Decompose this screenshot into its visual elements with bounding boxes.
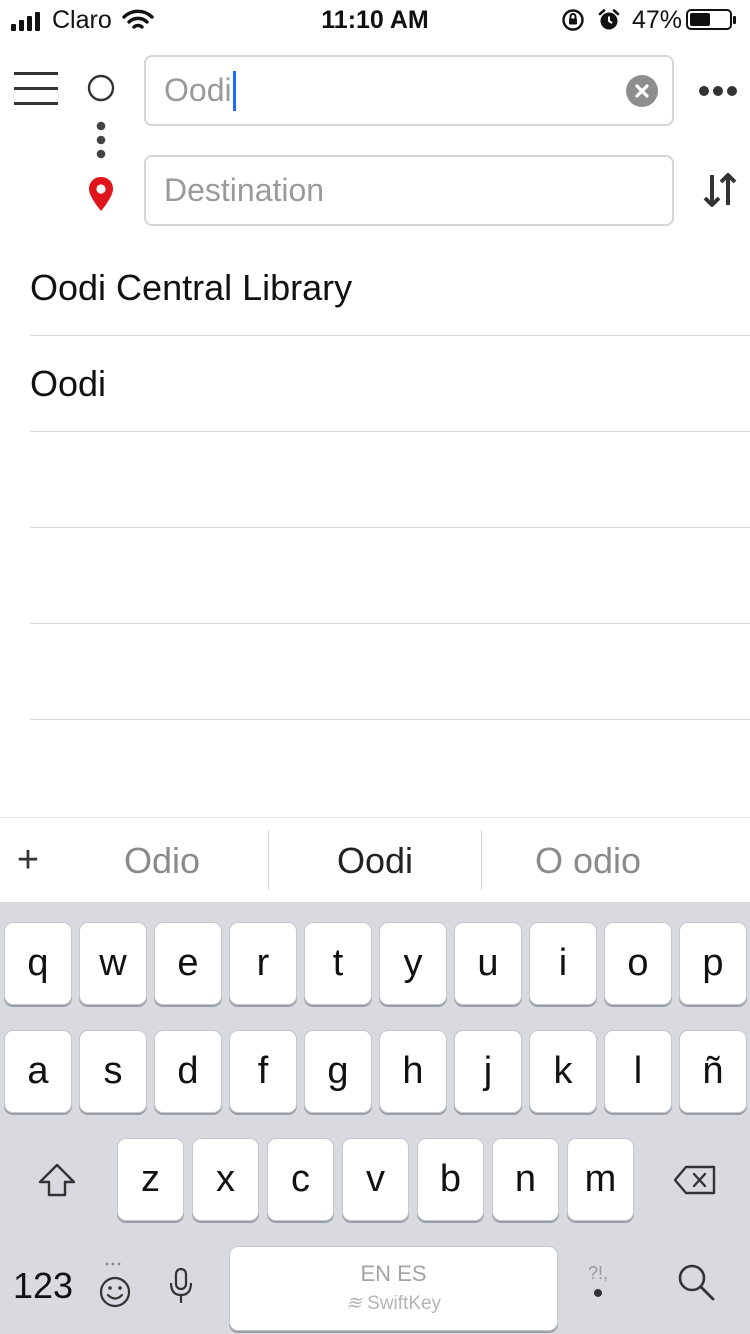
origin-circle-icon — [87, 74, 115, 102]
key-b[interactable]: b — [417, 1138, 484, 1221]
search-icon — [678, 1264, 715, 1301]
key-o[interactable]: o — [604, 922, 672, 1005]
alarm-icon — [598, 9, 620, 30]
key-t[interactable]: t — [304, 922, 372, 1005]
swap-button[interactable] — [702, 171, 738, 209]
suggestion-right[interactable]: O odio — [482, 818, 694, 903]
microphone-key[interactable] — [160, 1264, 202, 1308]
result-item[interactable]: Oodi — [30, 337, 750, 432]
key-e[interactable]: e — [154, 922, 222, 1005]
shift-icon — [38, 1163, 76, 1197]
key-n-tilde[interactable]: ñ — [679, 1030, 747, 1113]
result-label: Oodi — [30, 363, 107, 404]
keyboard-brand-label: SwiftKey — [367, 1292, 442, 1314]
emoji-key[interactable] — [92, 1254, 138, 1316]
key-p[interactable]: p — [679, 922, 747, 1005]
result-item-empty — [30, 625, 750, 720]
key-y[interactable]: y — [379, 922, 447, 1005]
key-r[interactable]: r — [229, 922, 297, 1005]
key-j[interactable]: j — [454, 1030, 522, 1113]
language-label: EN ES — [360, 1260, 427, 1286]
add-word-button[interactable]: + — [0, 818, 56, 903]
rotation-lock-icon — [562, 9, 584, 31]
key-k[interactable]: k — [529, 1030, 597, 1113]
suggestion-center[interactable]: Oodi — [269, 818, 481, 903]
status-bar: Claro 11:10 AM 47% — [0, 0, 750, 40]
space-key[interactable]: EN ES ≋ SwiftKey — [229, 1246, 558, 1331]
origin-input-value: Oodi — [164, 72, 232, 108]
key-d[interactable]: d — [154, 1030, 222, 1113]
battery-icon — [686, 9, 736, 30]
key-c[interactable]: c — [267, 1138, 334, 1221]
emoji-icon — [99, 1262, 131, 1308]
destination-input[interactable]: Destination — [144, 155, 674, 226]
key-x[interactable]: x — [192, 1138, 259, 1221]
swiftkey-logo-icon: ≋ — [345, 1292, 362, 1314]
punctuation-key[interactable]: ?!, • — [574, 1256, 622, 1312]
destination-placeholder: Destination — [164, 172, 325, 208]
suggestion-bar: + Odio Oodi O odio — [0, 817, 750, 903]
result-item[interactable]: Oodi Central Library — [30, 241, 750, 336]
swap-vertical-icon — [703, 173, 737, 207]
key-w[interactable]: w — [79, 922, 147, 1005]
key-q[interactable]: q — [4, 922, 72, 1005]
text-caret — [232, 70, 236, 111]
result-label: Oodi Central Library — [30, 267, 353, 308]
key-s[interactable]: s — [79, 1030, 147, 1113]
period-glyph: • — [592, 1277, 604, 1310]
key-a[interactable]: a — [4, 1030, 72, 1113]
more-options-button[interactable] — [698, 80, 742, 102]
origin-input[interactable]: Oodi — [144, 55, 674, 126]
key-h[interactable]: h — [379, 1030, 447, 1113]
microphone-icon — [169, 1267, 193, 1303]
clear-icon — [635, 84, 649, 98]
battery-percent: 47% — [632, 6, 683, 34]
location-pin-icon — [89, 177, 113, 211]
backspace-icon — [673, 1165, 716, 1195]
backspace-key[interactable] — [660, 1140, 730, 1220]
key-m[interactable]: m — [567, 1138, 634, 1221]
result-item-empty — [30, 433, 750, 528]
key-i[interactable]: i — [529, 922, 597, 1005]
key-u[interactable]: u — [454, 922, 522, 1005]
key-n[interactable]: n — [492, 1138, 559, 1221]
key-z[interactable]: z — [117, 1138, 184, 1221]
route-dots-icon — [96, 121, 106, 159]
numbers-key[interactable]: 123 — [6, 1258, 80, 1314]
clear-button[interactable] — [626, 75, 658, 107]
more-dots-icon — [699, 86, 737, 96]
result-item-empty — [30, 529, 750, 624]
hamburger-icon — [14, 72, 60, 106]
menu-button[interactable] — [14, 72, 60, 106]
key-f[interactable]: f — [229, 1030, 297, 1113]
shift-key[interactable] — [22, 1140, 92, 1220]
suggestion-left[interactable]: Odio — [56, 818, 268, 903]
key-v[interactable]: v — [342, 1138, 409, 1221]
keyboard-brand: ≋ SwiftKey — [346, 1291, 441, 1317]
key-g[interactable]: g — [304, 1030, 372, 1113]
key-l[interactable]: l — [604, 1030, 672, 1113]
search-key[interactable] — [672, 1258, 720, 1306]
